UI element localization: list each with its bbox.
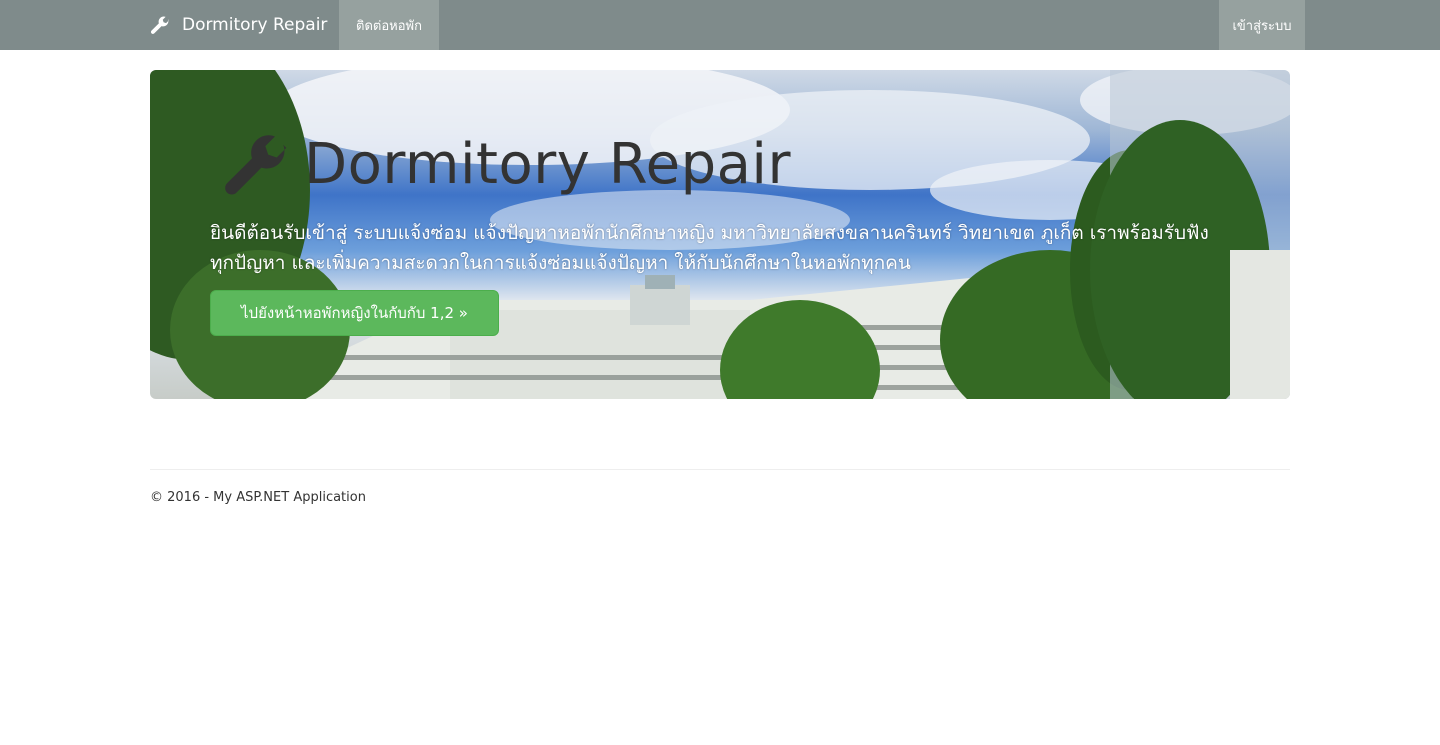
hero-jumbotron: Dormitory Repair ยินดีต้อนรับเข้าสู่ ระบ… bbox=[150, 70, 1290, 399]
hero-lead-text: ยินดีต้อนรับเข้าสู่ ระบบแจ้งซ่อม แจ้งปัญ… bbox=[210, 222, 1209, 274]
hero-title-text: Dormitory Repair bbox=[304, 131, 792, 197]
hero-title: Dormitory Repair bbox=[222, 130, 791, 198]
wrench-icon bbox=[150, 16, 169, 34]
login-link[interactable]: เข้าสู่ระบบ bbox=[1219, 0, 1305, 50]
go-to-dormitory-button[interactable]: ไปยังหน้าหอพักหญิงในกับกับ 1,2 » bbox=[210, 290, 499, 336]
brand-label: Dormitory Repair bbox=[182, 15, 328, 35]
nav-link-contact-dormitory[interactable]: ติดต่อหอพัก bbox=[339, 0, 439, 50]
wrench-icon bbox=[225, 135, 287, 195]
top-navbar: Dormitory Repair ติดต่อหอพัก เข้าสู่ระบบ bbox=[0, 0, 1440, 50]
footer-copyright: © 2016 - My ASP.NET Application bbox=[150, 490, 366, 505]
brand-link[interactable]: Dormitory Repair bbox=[150, 0, 327, 50]
footer-divider bbox=[150, 469, 1290, 470]
